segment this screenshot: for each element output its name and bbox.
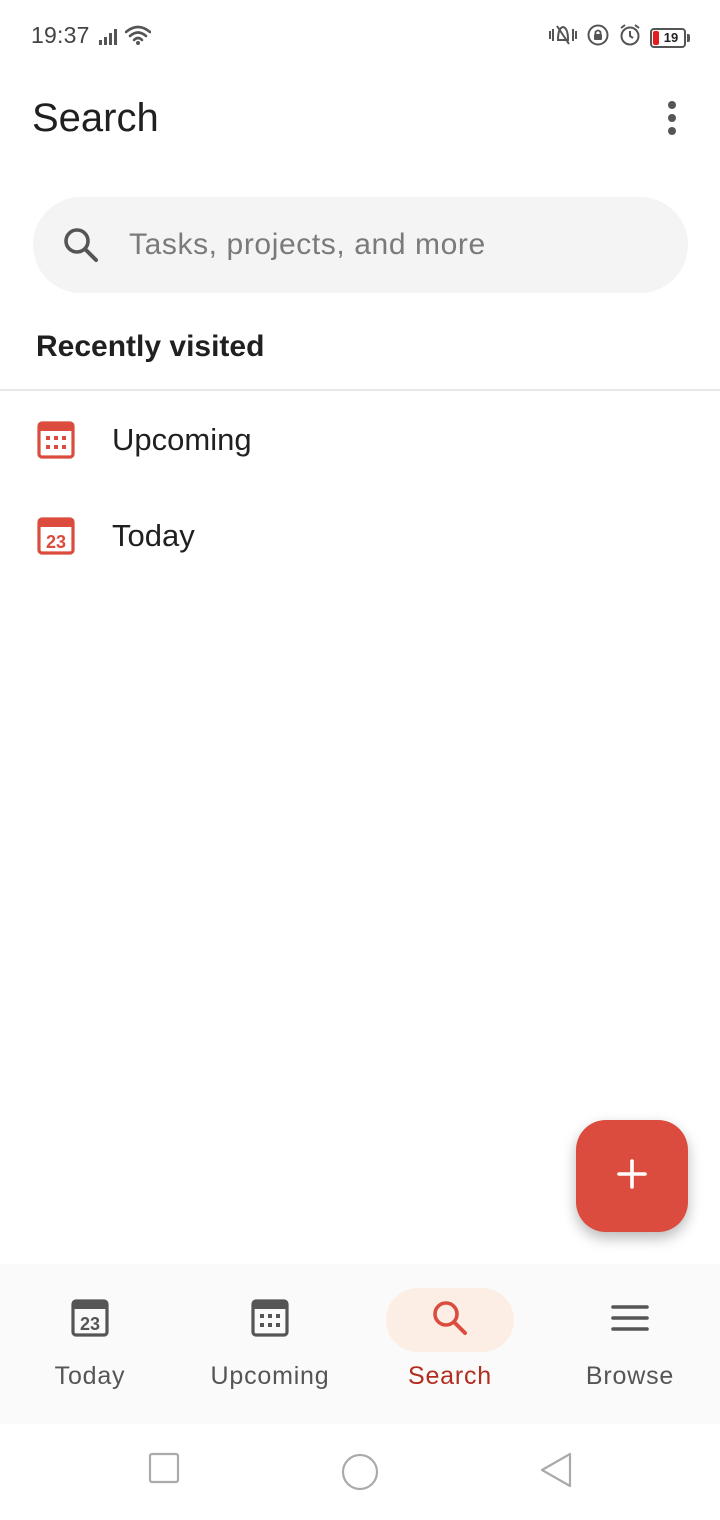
vibrate-icon xyxy=(548,23,578,52)
calendar-grid-icon xyxy=(251,1298,289,1342)
recently-visited-heading: Recently visited xyxy=(36,330,265,363)
calendar-today-icon: 23 xyxy=(71,1298,109,1342)
battery-level: 19 xyxy=(663,30,679,45)
battery-tip xyxy=(687,33,690,42)
calendar-date-text: 23 xyxy=(46,532,66,552)
tab-upcoming[interactable]: Upcoming xyxy=(180,1264,360,1424)
recent-item-label: Upcoming xyxy=(112,422,252,457)
recent-item-label: Today xyxy=(112,518,195,553)
tab-label: Browse xyxy=(585,1362,675,1390)
tab-browse[interactable]: Browse xyxy=(540,1264,720,1424)
status-time: 19:37 xyxy=(31,22,90,48)
divider xyxy=(0,389,720,391)
recent-list: Upcoming 23 Today xyxy=(0,392,720,584)
calendar-grid-icon xyxy=(36,420,76,460)
tab-icon-container: 23 xyxy=(26,1288,154,1352)
recent-item-upcoming[interactable]: Upcoming xyxy=(0,392,720,488)
signal-icon xyxy=(99,27,121,50)
triangle-back-icon[interactable] xyxy=(538,1452,574,1493)
add-task-button[interactable] xyxy=(576,1120,688,1232)
bottom-tab-bar: 23 Today Upcoming Search Browse xyxy=(0,1264,720,1424)
battery-icon: 19 xyxy=(650,27,686,48)
page-title: Search xyxy=(32,96,159,140)
tab-search[interactable]: Search xyxy=(360,1264,540,1424)
menu-icon xyxy=(611,1303,649,1338)
rotation-lock-icon xyxy=(586,23,610,52)
calendar-date-text: 23 xyxy=(80,1314,100,1334)
alarm-icon xyxy=(618,23,642,52)
tab-label: Today xyxy=(54,1362,126,1390)
calendar-today-icon: 23 xyxy=(36,516,76,556)
recent-item-today[interactable]: 23 Today xyxy=(0,488,720,584)
tab-icon-container xyxy=(386,1288,514,1352)
tab-label: Upcoming xyxy=(210,1362,330,1390)
tab-label: Search xyxy=(407,1362,492,1390)
search-icon xyxy=(61,225,101,265)
status-left-icons xyxy=(99,25,152,50)
wifi-icon xyxy=(124,25,152,50)
tab-icon-container xyxy=(566,1288,694,1352)
more-vertical-icon xyxy=(668,101,676,109)
square-icon[interactable] xyxy=(148,1452,180,1489)
tab-icon-container xyxy=(206,1288,334,1352)
search-field[interactable] xyxy=(33,197,688,293)
search-icon xyxy=(430,1298,470,1343)
search-input[interactable] xyxy=(127,227,651,263)
more-options-button[interactable] xyxy=(652,96,692,140)
tab-today[interactable]: 23 Today xyxy=(0,1264,180,1424)
circle-icon[interactable] xyxy=(341,1453,379,1496)
status-bar: 19:37 19 xyxy=(0,0,720,72)
system-nav-bar xyxy=(0,1424,720,1520)
status-right-icons: 19 xyxy=(548,23,690,52)
plus-icon xyxy=(616,1158,648,1195)
